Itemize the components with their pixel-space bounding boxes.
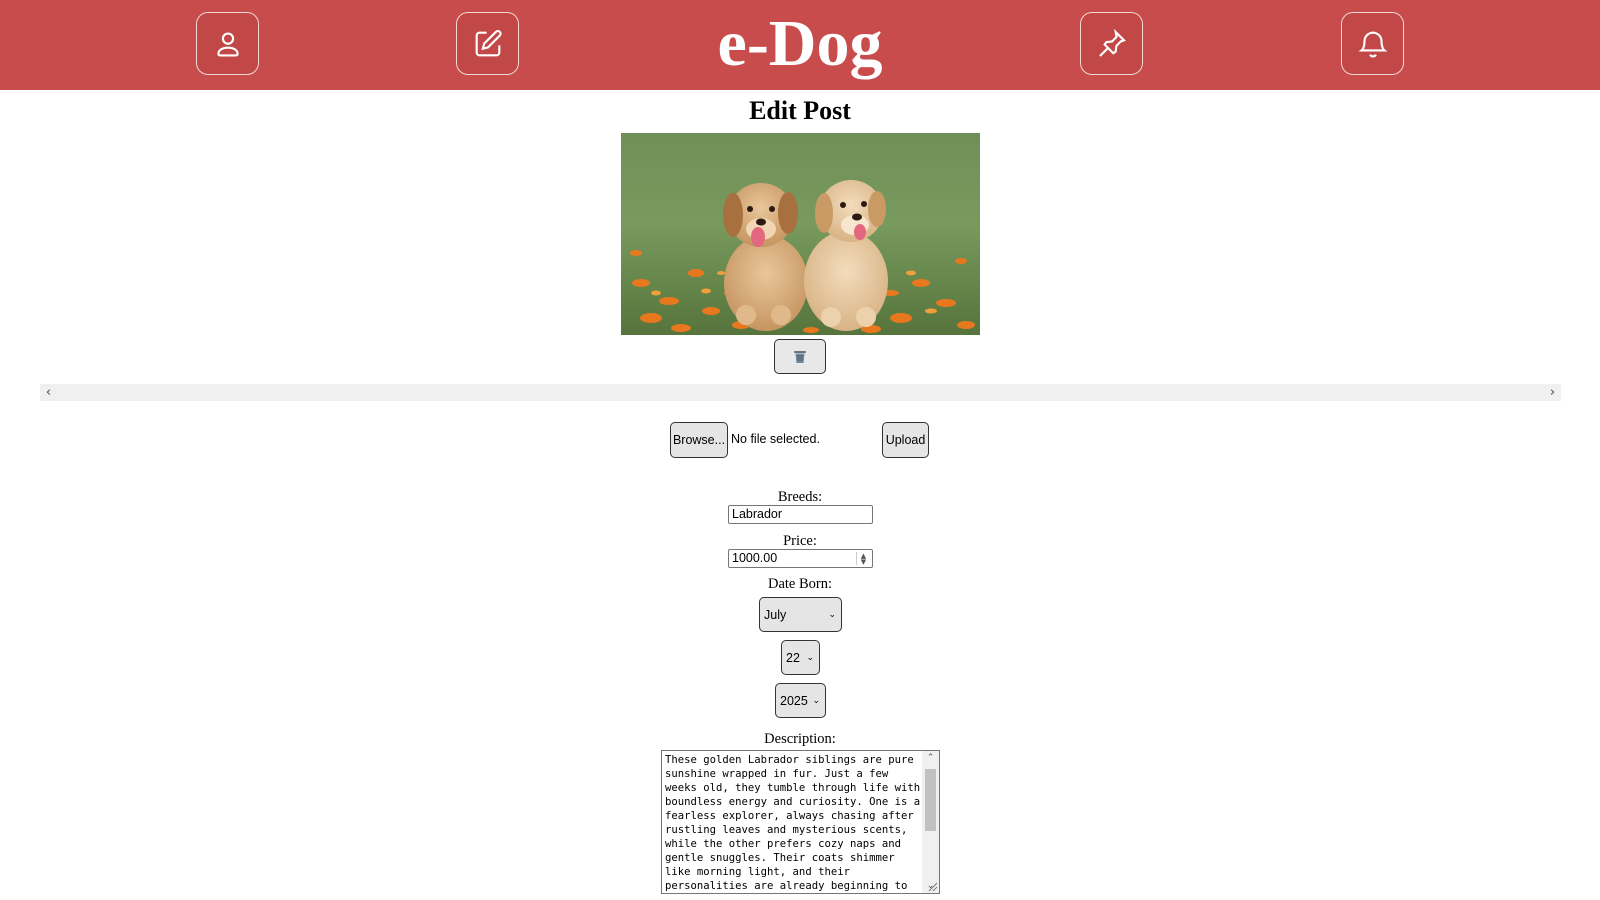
browse-button[interactable]: Browse...	[670, 422, 728, 458]
year-value: 2025	[780, 693, 808, 708]
month-value: July	[764, 607, 787, 622]
file-status-text: No file selected.	[731, 432, 820, 446]
image-gallery-scrollbar[interactable]: ‹ ›	[40, 384, 1561, 401]
bell-icon	[1357, 31, 1388, 57]
description-textarea[interactable]: These golden Labrador siblings are pure …	[661, 750, 940, 894]
day-value: 22	[786, 650, 800, 665]
scroll-left-icon[interactable]: ‹	[40, 384, 57, 401]
month-select[interactable]: July ⌄	[759, 597, 842, 632]
pin-icon	[1098, 28, 1126, 57]
stepper-down-icon[interactable]: ▼	[861, 558, 866, 565]
edit-post-button[interactable]	[456, 12, 519, 75]
delete-photo-button[interactable]	[774, 339, 826, 374]
price-input[interactable]: 1000.00 ▲ ▼	[728, 549, 873, 568]
scrollbar-thumb[interactable]	[925, 769, 936, 831]
scroll-up-icon[interactable]: ⌃	[922, 751, 939, 765]
user-icon	[216, 31, 239, 57]
profile-button[interactable]	[196, 12, 259, 75]
trash-icon	[794, 351, 806, 363]
scroll-right-icon[interactable]: ›	[1544, 384, 1561, 401]
page-title: Edit Post	[749, 96, 851, 125]
notifications-button[interactable]	[1341, 12, 1404, 75]
day-select[interactable]: 22 ⌄	[781, 640, 820, 675]
top-navbar: e-Dog	[0, 0, 1600, 90]
breeds-input[interactable]: Labrador	[728, 505, 873, 524]
description-label: Description:	[764, 731, 836, 747]
dog-photo-image	[621, 133, 980, 335]
chevron-down-icon: ⌄	[828, 609, 836, 620]
date-born-label: Date Born:	[767, 576, 833, 592]
upload-button[interactable]: Upload	[882, 422, 929, 458]
description-text: These golden Labrador siblings are pure …	[665, 754, 921, 892]
pencil-square-icon	[475, 29, 502, 56]
chevron-down-icon: ⌄	[806, 652, 814, 663]
breeds-label: Breeds:	[777, 489, 823, 505]
resize-grip-icon[interactable]	[926, 880, 938, 892]
pinned-button[interactable]	[1080, 12, 1143, 75]
chevron-down-icon: ⌄	[812, 695, 820, 706]
price-label: Price:	[783, 533, 817, 549]
dog-photo	[621, 133, 980, 335]
year-select[interactable]: 2025 ⌄	[775, 683, 826, 718]
price-stepper[interactable]: ▲ ▼	[856, 552, 870, 565]
description-scrollbar[interactable]: ⌃ ⌄	[922, 751, 939, 893]
price-value: 1000.00	[732, 551, 778, 565]
